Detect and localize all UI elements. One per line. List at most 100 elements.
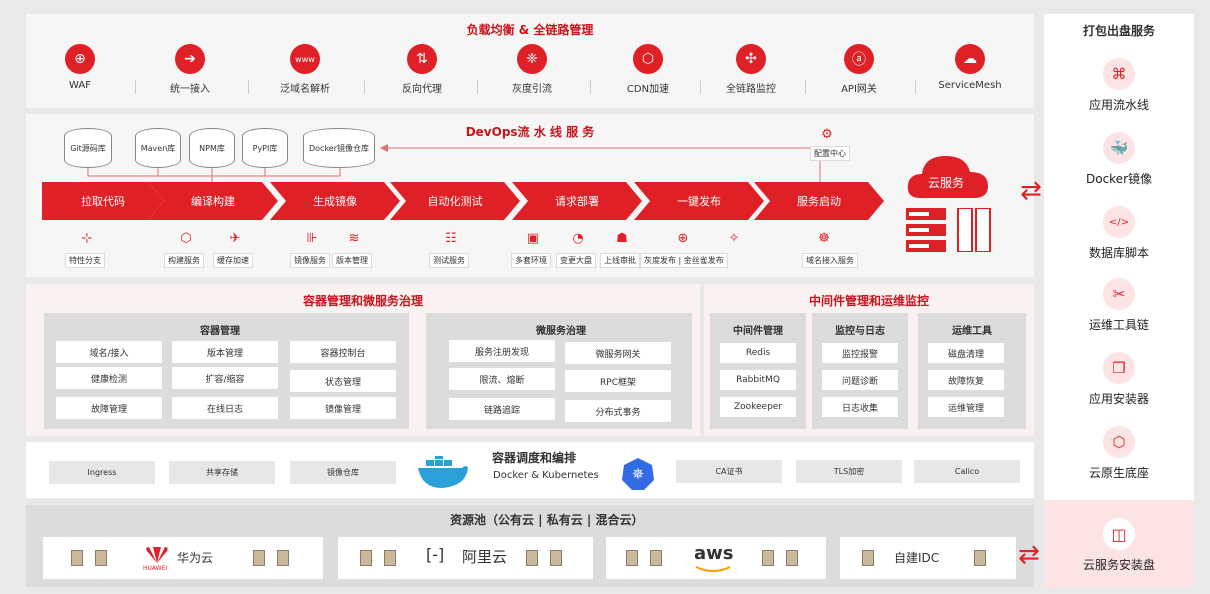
provider-huawei: HUAWEI 华为云: [43, 537, 323, 579]
aliyun-logo-icon: [-]: [426, 545, 445, 564]
aws-smile-icon: [695, 566, 731, 572]
api-icon: ⓐ: [844, 44, 874, 74]
container-mgmt-item[interactable]: 版本管理: [172, 341, 278, 363]
top-icon-circle: ❈: [517, 44, 547, 74]
provider-aws: aws: [606, 537, 826, 579]
sched-item-right[interactable]: CA证书: [676, 460, 782, 483]
sub-10-icon: ⊕: [677, 231, 689, 246]
microservice-item[interactable]: 微服务网关: [565, 342, 671, 364]
provider-aws-label: aws: [694, 543, 734, 564]
side-item-disk: ◫ 云服务安装盘: [1044, 518, 1194, 573]
canary-icon: ✧: [728, 231, 740, 246]
config-center-label: 配置中心: [810, 146, 850, 161]
docker-whale-icon: [416, 456, 468, 492]
middleware-col-title: 监控与日志: [835, 326, 885, 337]
login-icon: ➔: [175, 44, 205, 74]
top-icon-circle: ⬡: [633, 44, 663, 74]
middleware-item[interactable]: 磁盘清理: [928, 343, 1004, 363]
container-mgmt-item[interactable]: 在线日志: [172, 397, 278, 419]
sub-5-icon: ≋: [348, 231, 360, 246]
sub-10-label: 灰度发布 | 金丝雀发布: [640, 253, 728, 268]
side-item-label: 应用安装器: [1088, 392, 1149, 406]
middleware-item[interactable]: Redis: [720, 343, 796, 363]
top-icon-circle: ➔: [175, 44, 205, 74]
middleware-item[interactable]: RabbitMQ: [720, 370, 796, 390]
top-item-label: 泛域名解析: [280, 84, 330, 95]
kubernetes-icon: ✵: [620, 456, 656, 492]
container-mgmt-item[interactable]: 镜像管理: [290, 397, 396, 419]
container-mgmt-item[interactable]: 状态管理: [290, 370, 396, 392]
pipeline-step-1[interactable]: 拉取代码: [42, 182, 164, 220]
cloud-service-label: 云服务: [928, 176, 965, 190]
swap-icon: ⇅: [407, 44, 437, 74]
microservice-item[interactable]: 服务注册发现: [449, 340, 555, 362]
pipeline-step-7[interactable]: 服务启动: [754, 182, 884, 220]
sched-item-right[interactable]: TLS加密: [796, 460, 902, 483]
huawei-logo-icon: [146, 547, 168, 563]
microservice-item[interactable]: 链路追踪: [449, 398, 555, 420]
sub-3-icon: ✈: [229, 231, 241, 246]
sub-5-label: 版本管理: [332, 253, 372, 268]
container-mgmt-item[interactable]: 健康检测: [56, 367, 162, 389]
top-icon-circle: ⇅: [407, 44, 437, 74]
sub-7-label: 多套环境: [511, 253, 551, 268]
microservice-item[interactable]: RPC框架: [565, 370, 671, 392]
pipeline-step-2[interactable]: 编译构建: [148, 182, 278, 220]
pipeline-step-4[interactable]: 自动化测试: [390, 182, 520, 220]
container-mgmt-item[interactable]: 域名/接入: [56, 341, 162, 363]
container-mgmt-item[interactable]: 故障管理: [56, 397, 162, 419]
sched-item-left[interactable]: 共享存储: [169, 461, 275, 484]
shuffle-arrow-icon: ⇄: [1018, 540, 1040, 570]
resource-pool-title: 资源池（公有云 | 私有云 | 混合云）: [450, 513, 644, 527]
side-icon: </>: [1103, 206, 1135, 238]
top-item-label: 全链路监控: [726, 84, 776, 95]
side-item-label: 运维工具链: [1088, 318, 1149, 332]
sched-item-left[interactable]: 镜像仓库: [290, 461, 396, 484]
top-separator: [914, 80, 916, 94]
middleware-item[interactable]: 故障恢复: [928, 370, 1004, 390]
pipeline-step-3[interactable]: 生成镜像: [270, 182, 400, 220]
top-icon-circle: www: [290, 44, 320, 74]
scheduling-title: 容器调度和编排: [492, 451, 577, 465]
sched-item-left[interactable]: Ingress: [49, 461, 155, 484]
sub-6-icon: ☷: [445, 231, 457, 246]
middleware-item[interactable]: 日志收集: [822, 397, 898, 417]
waf-icon: ⊕: [65, 44, 95, 74]
top-icon-circle: ⓐ: [844, 44, 874, 74]
sched-item-right[interactable]: Calico: [914, 460, 1020, 483]
sub-6-label: 测试服务: [429, 253, 469, 268]
sub-4-label: 镜像服务: [290, 253, 330, 268]
sub-11-label: 域名接入服务: [802, 253, 858, 268]
sub-2-label: 构建服务: [164, 253, 204, 268]
sub-8-label: 变更大盘: [556, 253, 596, 268]
provider-idc: 自建IDC: [840, 537, 1016, 579]
sub-1-label: 特性分支: [65, 253, 105, 268]
www-icon: www: [290, 44, 320, 74]
provider-huawei-label: 华为云: [177, 551, 214, 565]
container-mgmt-item[interactable]: 扩容/缩容: [172, 367, 278, 389]
sub-11-icon: ☸: [818, 231, 830, 246]
middleware-item[interactable]: 问题诊断: [822, 370, 898, 390]
side-disk-label: 云服务安装盘: [1082, 558, 1155, 572]
middleware-item[interactable]: 监控报警: [822, 343, 898, 363]
provider-idc-label: 自建IDC: [894, 551, 940, 565]
provider-aliyun: [-] 阿里云: [338, 537, 593, 579]
microservice-title: 微服务治理: [536, 326, 586, 337]
pipeline-step-5[interactable]: 请求部署: [512, 182, 642, 220]
sub-4-icon: ⊪: [306, 231, 318, 246]
side-item-label: 云原生底座: [1088, 466, 1149, 480]
gear-icon: ⚙: [821, 127, 833, 142]
container-mgmt-item[interactable]: 容器控制台: [290, 341, 396, 363]
disk-icon: ◫: [1103, 518, 1135, 550]
sub-7-icon: ▣: [526, 231, 540, 246]
microservice-item[interactable]: 限流、熔断: [449, 368, 555, 390]
middleware-item[interactable]: Zookeeper: [720, 397, 796, 417]
side-icon: ⌘: [1103, 58, 1135, 90]
microservice-item[interactable]: 分布式事务: [565, 400, 671, 422]
pipeline-step-6[interactable]: 一键发布: [634, 182, 764, 220]
middleware-item[interactable]: 运维管理: [928, 397, 1004, 417]
top-separator: [247, 80, 249, 94]
top-item-label: 反向代理: [402, 84, 442, 95]
shuffle-arrow-icon: ⇄: [1020, 176, 1042, 206]
sub-9-icon: ☗: [616, 231, 628, 246]
